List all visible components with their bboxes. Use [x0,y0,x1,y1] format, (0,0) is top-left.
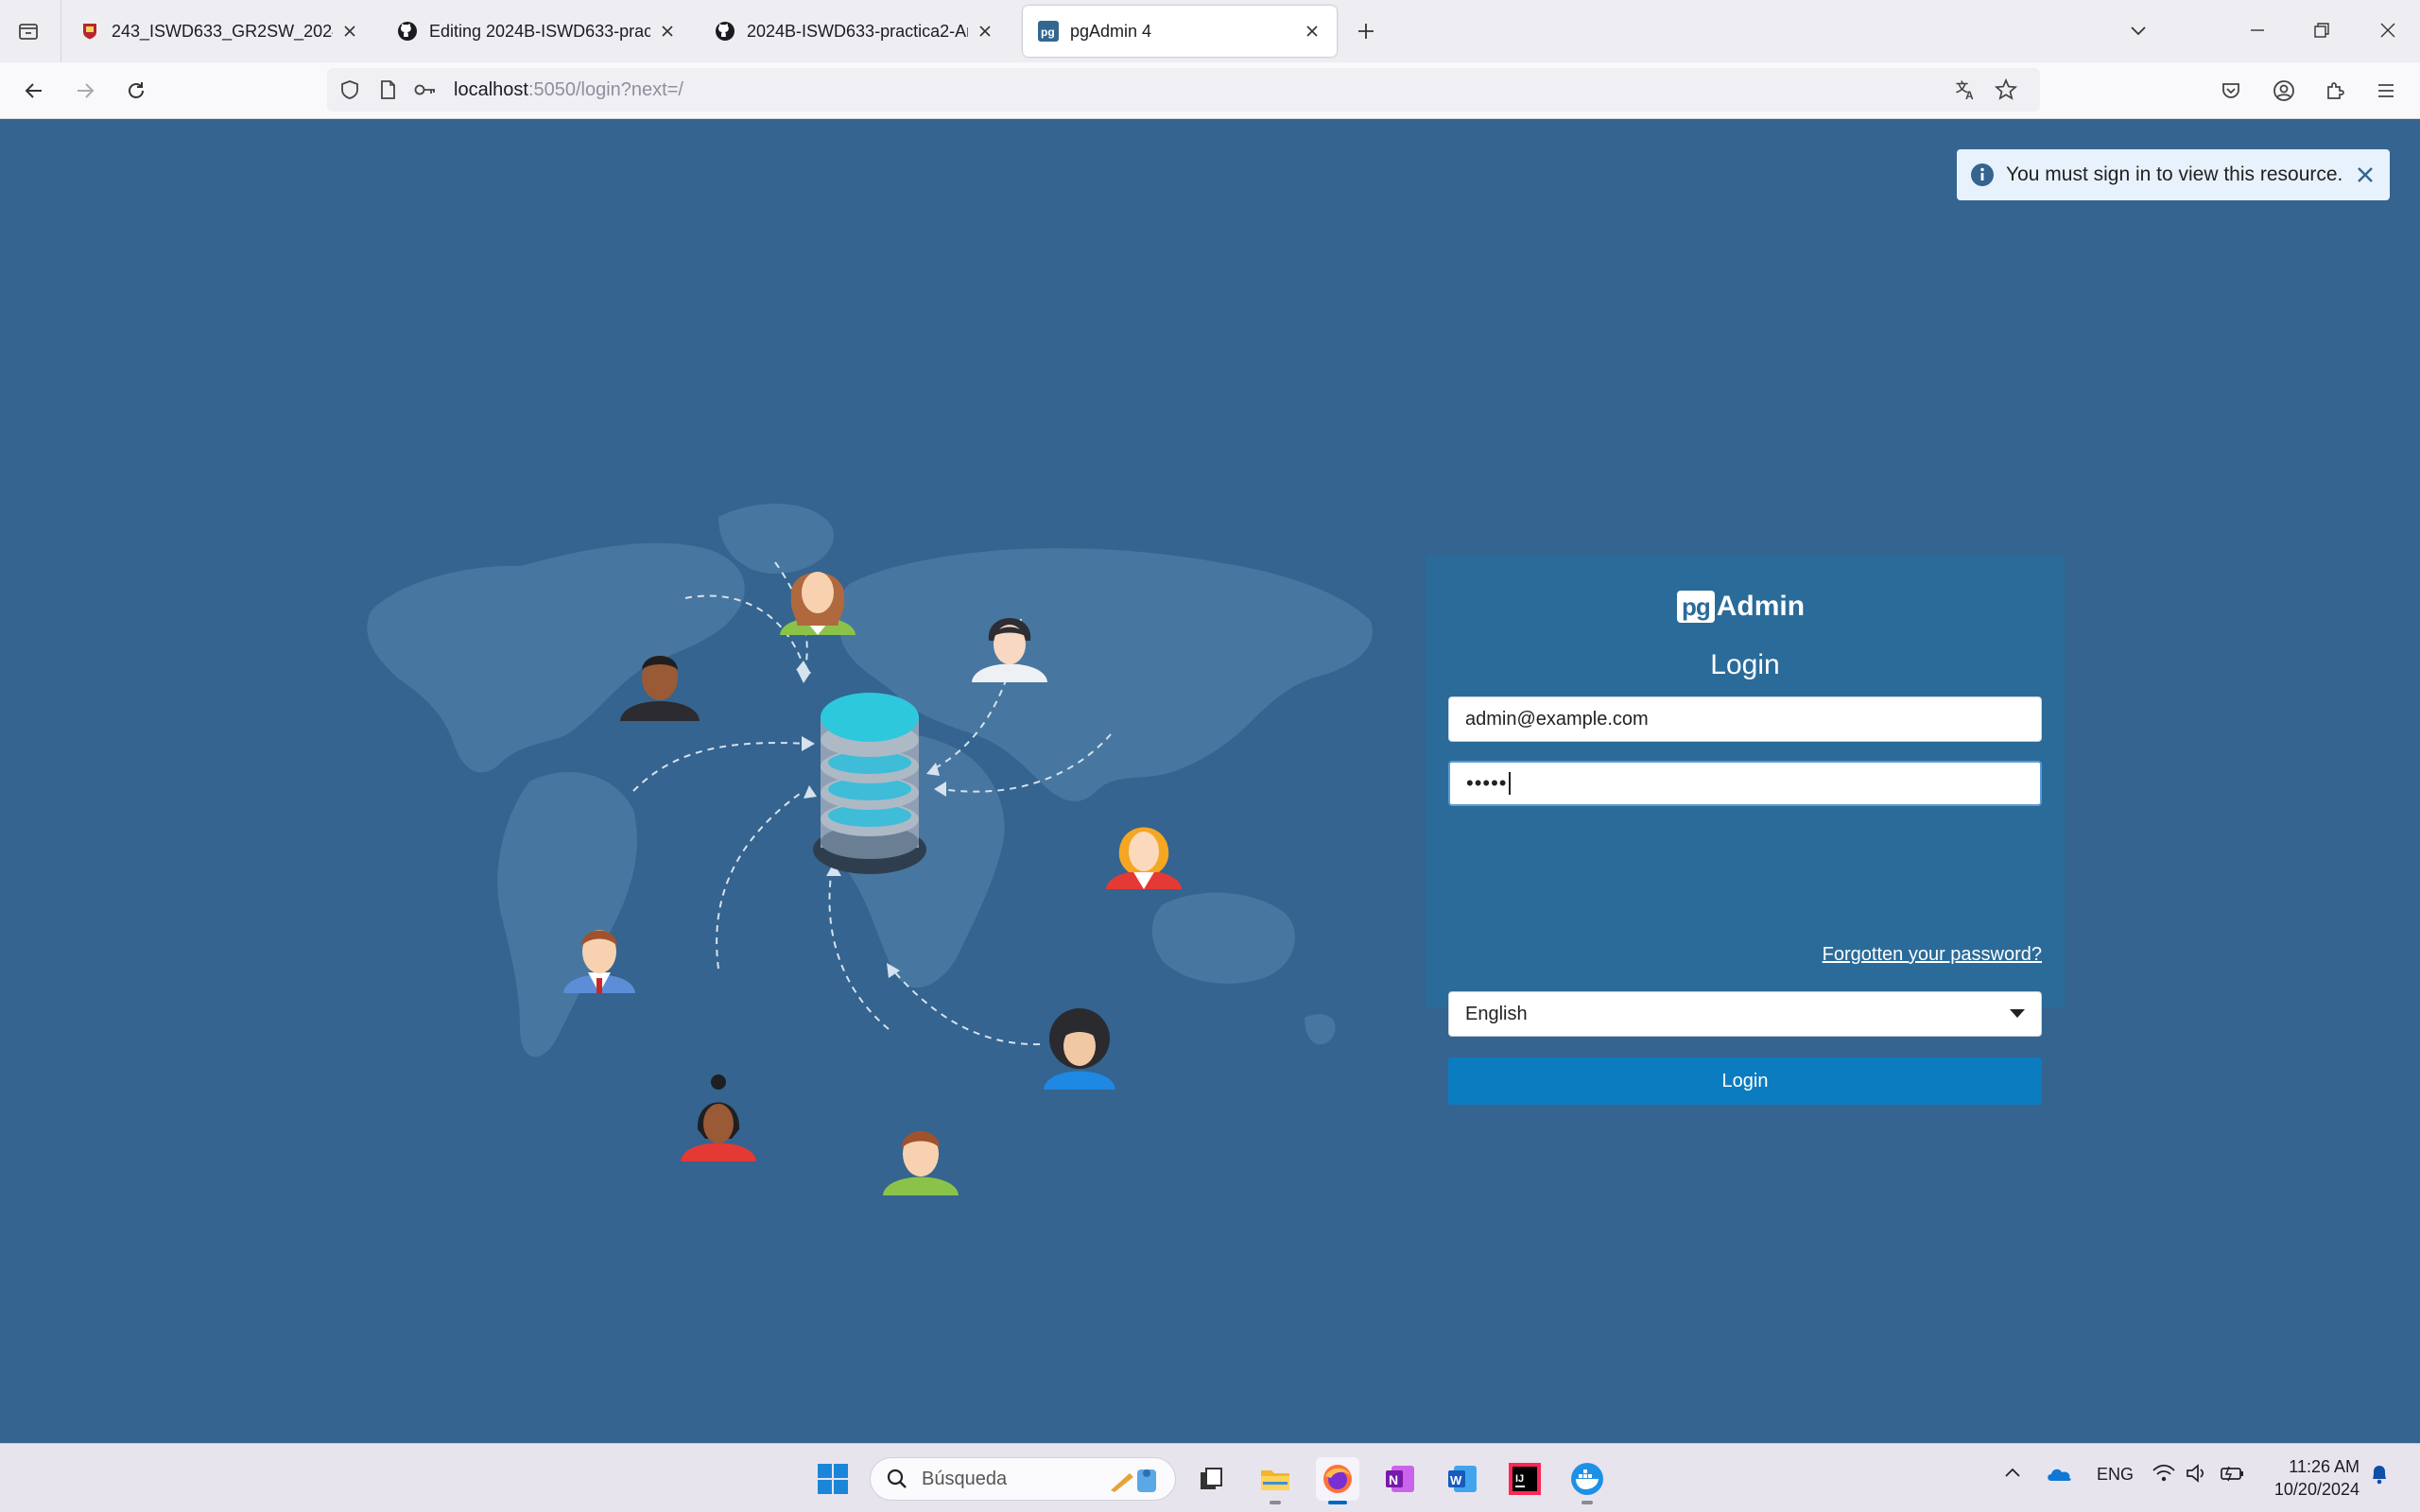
github-icon [397,21,418,42]
pgadmin-logo: pg Admin [1677,587,1805,627]
restore-icon[interactable] [2303,13,2341,47]
volume-icon[interactable] [2186,1463,2208,1488]
running-indicator [1582,1501,1593,1504]
back-arrow-icon[interactable] [17,74,51,108]
text-caret [1508,772,1511,795]
docker-icon[interactable] [1565,1457,1609,1504]
tab-github-repo[interactable]: 2024B-ISWD633-practica2-Ariel [700,6,1010,57]
login-panel: pg Admin Login admin@example.com ••••• F… [1426,555,2065,1105]
browser-tab-strip: 243_ISWD633_GR2SW_2024-2: Editing 2024B-… [0,0,2420,62]
account-icon[interactable] [2267,74,2301,108]
svg-text:W: W [1450,1473,1462,1487]
university-shield-icon [79,21,100,42]
tab-overview-icon[interactable] [11,15,45,47]
address-bar[interactable]: localhost:5050/login?next=/ 文A [327,68,2040,112]
running-indicator [1328,1501,1347,1504]
page-info-icon[interactable] [376,78,399,101]
task-view-icon[interactable] [1189,1457,1233,1501]
forgot-password-link[interactable]: Forgotten your password? [1823,944,2042,966]
tab-title: 2024B-ISWD633-practica2-Ariel [747,21,968,41]
menu-icon[interactable] [2369,74,2403,108]
user-avatar-icon [1106,827,1182,889]
url-text[interactable]: localhost:5050/login?next=/ [454,79,683,101]
close-tab-icon[interactable] [1303,22,1322,41]
close-window-icon[interactable] [2369,13,2407,47]
svg-text:IJ: IJ [1515,1473,1524,1485]
onenote-icon[interactable]: N [1378,1457,1422,1501]
info-icon [1971,163,1994,186]
tab-title: 243_ISWD633_GR2SW_2024-2: [112,21,333,41]
close-tab-icon[interactable] [976,22,994,41]
tab-moodle[interactable]: 243_ISWD633_GR2SW_2024-2: [64,6,374,57]
clock-date: 10/20/2024 [2273,1480,2360,1499]
user-avatar-icon [681,1074,756,1161]
pocket-icon[interactable] [2214,74,2248,108]
pgadmin-icon: pg [1038,21,1059,42]
github-icon [715,21,735,42]
language-select[interactable]: English [1448,991,2042,1037]
password-mask: ••••• [1466,771,1508,795]
show-hidden-icons-icon[interactable] [2002,1463,2023,1488]
world-network-illustration [367,504,1373,1195]
intellij-icon[interactable]: IJ [1503,1457,1547,1501]
logo-admin: Admin [1716,591,1806,622]
windows-start-icon[interactable] [811,1457,855,1501]
new-tab-button[interactable] [1350,15,1382,47]
translate-icon[interactable]: 文A [1955,78,1978,101]
taskbar-search[interactable]: Búsqueda [870,1457,1176,1501]
file-explorer-icon[interactable] [1253,1457,1297,1504]
firefox-icon[interactable] [1316,1457,1359,1504]
close-tab-icon[interactable] [340,22,359,41]
language-value: English [1465,1003,1528,1024]
tab-pgadmin[interactable]: pg pgAdmin 4 [1023,6,1337,57]
caret-down-icon [2010,1009,2025,1018]
forward-arrow-icon[interactable] [68,74,102,108]
tab-title: pgAdmin 4 [1070,21,1152,41]
user-avatar-icon [1044,1008,1115,1090]
word-icon[interactable]: W [1441,1457,1484,1501]
url-path: :5050/login?next=/ [527,79,683,100]
tracking-shield-icon[interactable] [338,78,361,101]
clock-time: 11:26 AM [2289,1457,2360,1476]
email-value: admin@example.com [1465,708,1649,730]
close-alert-icon[interactable] [2354,163,2377,186]
svg-text:N: N [1389,1472,1398,1487]
search-icon [887,1469,907,1488]
wifi-icon[interactable] [2152,1463,2176,1488]
browser-toolbar: localhost:5050/login?next=/ 文A [0,62,2420,119]
battery-icon[interactable] [2220,1463,2246,1488]
email-field[interactable]: admin@example.com [1448,696,2042,742]
user-avatar-icon [883,1131,959,1195]
user-avatar-icon [780,572,856,635]
url-host: localhost [454,79,528,100]
onedrive-cloud-icon[interactable] [2046,1463,2074,1488]
tab-title: Editing 2024B-ISWD633-practic [429,21,650,41]
login-title: Login [1710,649,1780,680]
search-highlight-icon [1111,1469,1156,1492]
windows-taskbar: Búsqueda N W IJ ENG 11:26 AM 10/20/2024 [0,1443,2420,1512]
search-placeholder: Búsqueda [922,1468,1008,1489]
minimize-icon[interactable] [2238,13,2276,47]
running-indicator [1270,1501,1281,1504]
system-clock[interactable]: 11:26 AM 10/20/2024 [2274,1455,2360,1501]
notification-bell-icon[interactable] [2369,1463,2390,1490]
key-icon[interactable] [414,78,437,101]
reload-icon[interactable] [119,74,153,108]
sign-in-alert: You must sign in to view this resource. [1957,149,2390,200]
pgadmin-login-page: You must sign in to view this resource. [0,120,2420,1443]
login-button[interactable]: Login [1448,1057,2042,1105]
alert-message: You must sign in to view this resource. [2006,163,2343,185]
tab-separator [60,0,61,62]
input-language[interactable]: ENG [2097,1465,2134,1485]
svg-text:pg: pg [1041,26,1055,39]
bookmark-star-icon[interactable] [1995,78,2017,101]
password-field[interactable]: ••••• [1448,761,2042,806]
tab-github-editing[interactable]: Editing 2024B-ISWD633-practic [382,6,692,57]
database-icon [813,693,926,874]
logo-pg: pg [1677,591,1715,623]
extensions-icon[interactable] [2318,74,2352,108]
svg-text:A: A [1965,89,1974,101]
close-tab-icon[interactable] [658,22,677,41]
list-all-tabs-icon[interactable] [2119,13,2157,47]
